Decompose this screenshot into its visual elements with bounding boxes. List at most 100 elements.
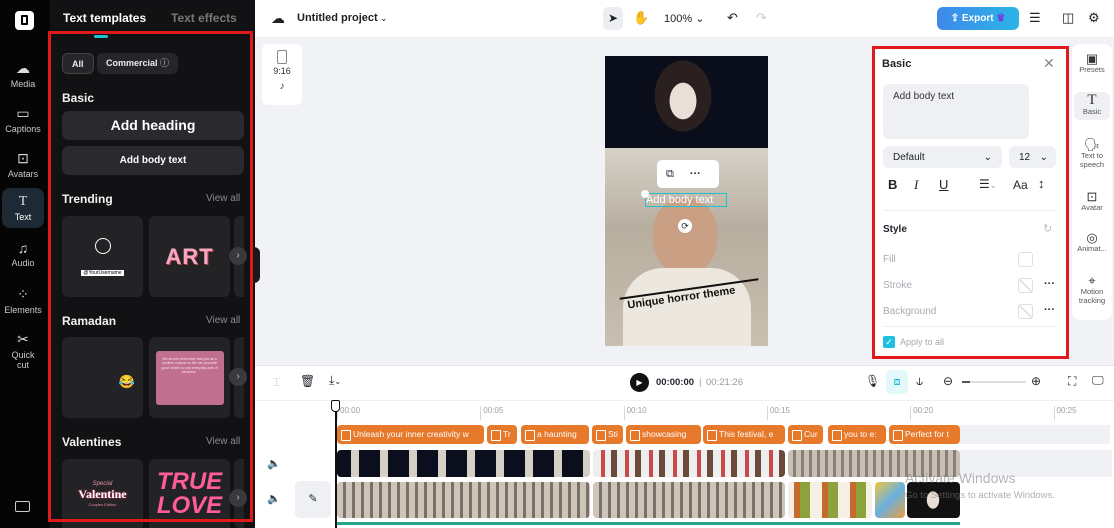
zoom-slider-fill (962, 381, 970, 383)
caption-clip[interactable]: This festival, e (703, 425, 785, 444)
export-button[interactable]: ⇪ Export ♛ (937, 7, 1019, 30)
track-empty (960, 425, 1110, 444)
elements-icon: ⁘ (17, 286, 29, 302)
ruler-tick: 00:25 (1053, 406, 1077, 420)
chevron-down-icon[interactable]: ⌄ (380, 13, 388, 24)
rail-item-avatars[interactable]: ⊡ Avatars (2, 150, 44, 179)
watermark-subtitle: Go to Settings to activate Windows. (905, 490, 1055, 501)
video-clip[interactable] (337, 450, 590, 477)
split-icon[interactable]: ⌶ (273, 375, 280, 390)
rail-item-media[interactable]: ☁ Media (2, 60, 44, 89)
rrail-label: Presets (1079, 65, 1105, 74)
hand-tool-icon[interactable]: ✋ (633, 10, 649, 26)
layout-icon[interactable]: ◫ (1062, 10, 1074, 26)
rail-label: cut (16, 360, 29, 370)
rail-label: Captions (5, 124, 41, 134)
caption-clip[interactable]: Sti (592, 425, 623, 444)
ruler-tick: 00:15 (766, 406, 790, 420)
divider (255, 400, 1114, 401)
watermark-title: Activate Windows (905, 470, 1016, 486)
rail-item-text[interactable]: T Text (2, 188, 44, 228)
resize-handle[interactable] (641, 190, 649, 198)
caption-clip[interactable]: Unleash your inner creativity w (337, 425, 484, 444)
caption-clip[interactable]: a haunting (521, 425, 589, 444)
rrail-motion-tracking[interactable]: ⌖ Motion tracking (1074, 274, 1110, 305)
caption-clip[interactable]: Perfect for t (889, 425, 960, 444)
video-clip[interactable] (788, 482, 872, 518)
left-rail: ☁ Media ▭ Captions ⊡ Avatars T Text ♫ Audio ⁘… (0, 0, 50, 528)
video-clip[interactable] (875, 482, 905, 518)
auto-snap-icon[interactable]: ⧈ (886, 370, 908, 394)
playhead-handle[interactable] (331, 400, 340, 412)
volume-icon[interactable]: 🔈 (267, 457, 281, 470)
keyboard-icon[interactable] (15, 501, 30, 512)
edit-cover-icon[interactable]: ✎ (295, 481, 331, 518)
rail-item-elements[interactable]: ⁘ Elements (2, 286, 44, 315)
zoom-out-icon[interactable]: ⊖ (943, 374, 953, 388)
undo-icon[interactable]: ↶ (727, 10, 738, 26)
caption-clip[interactable]: you to e: (828, 425, 886, 444)
layers-icon[interactable]: ☰ (1029, 10, 1041, 26)
rail-item-audio[interactable]: ♫ Audio (2, 240, 44, 268)
upload-icon: ⇪ (950, 13, 960, 24)
export-label: Export (961, 13, 994, 24)
collapse-panel-handle[interactable] (253, 247, 260, 283)
rrail-label: Avatar (1081, 203, 1103, 212)
delete-icon[interactable]: 🗑 (300, 374, 315, 388)
rail-item-quick-cut[interactable]: ✂ Quick cut (2, 331, 44, 370)
microphone-icon[interactable]: 🎙 (865, 374, 880, 388)
audio-track[interactable] (337, 522, 960, 525)
text-toolbar: ⧉ ··· (657, 160, 719, 188)
video-clip[interactable] (593, 482, 785, 518)
rrail-animation[interactable]: ◎ Animat... (1074, 231, 1110, 253)
tab-text-templates[interactable]: Text templates (63, 11, 146, 25)
speech-icon: 🗣 (1083, 137, 1101, 152)
presets-icon: ▣ (1085, 51, 1099, 66)
caption-clip[interactable]: Cur (788, 425, 823, 444)
ruler-tick: 00:00 (337, 406, 360, 420)
playhead[interactable] (335, 400, 337, 528)
avatar-icon: ⊡ (1086, 189, 1098, 204)
tiktok-icon: ♪ (279, 81, 285, 92)
video-preview[interactable]: ⧉ ··· Add body text ⟳ Unique horror theme (605, 56, 768, 346)
face (653, 198, 717, 274)
settings-icon[interactable]: ⚙ (1088, 10, 1100, 26)
select-tool-icon[interactable]: ➤ (603, 7, 623, 30)
avatar-icon: ⊡ (17, 150, 29, 166)
duplicate-icon[interactable]: ⧉ (666, 168, 674, 180)
tab-text-effects[interactable]: Text effects (171, 11, 237, 25)
cloud-save-icon[interactable]: ☁ (271, 10, 285, 27)
zoom-in-icon[interactable]: ⊕ (1031, 374, 1041, 388)
volume-icon[interactable]: 🔈 (267, 492, 281, 505)
rail-label: Text (14, 212, 32, 222)
aspect-ratio-selector[interactable]: 9:16 ♪ (262, 44, 302, 105)
zoom-slider[interactable] (962, 381, 1026, 383)
play-button[interactable]: ▶ (630, 373, 649, 392)
text-overlay[interactable]: Add body text (645, 193, 727, 207)
rrail-presets[interactable]: ▣ Presets (1074, 51, 1110, 74)
video-clip[interactable] (593, 450, 785, 477)
rail-item-captions[interactable]: ▭ Captions (2, 105, 44, 134)
ruler-tick: 00:10 (623, 406, 647, 420)
redo-icon[interactable]: ↷ (756, 10, 767, 26)
project-title[interactable]: Untitled project (297, 12, 378, 24)
ruler-tick: 00:05 (480, 406, 503, 420)
zoom-level[interactable]: 100% ⌄ (664, 12, 704, 25)
rail-label: Elements (4, 305, 42, 315)
caption-clip[interactable]: Tr (487, 425, 517, 444)
rrail-avatar[interactable]: ⊡ Avatar (1074, 189, 1110, 212)
caption-clip[interactable]: showcasing (626, 425, 701, 444)
rotate-icon[interactable]: ⟳ (678, 219, 692, 233)
rrail-basic[interactable]: T Basic (1074, 92, 1110, 120)
rrail-text-to-speech[interactable]: 🗣 Text to speech (1074, 137, 1110, 169)
preview-icon[interactable]: 🖵 (1092, 373, 1104, 388)
fullscreen-icon[interactable]: ⛶ (1068, 374, 1076, 389)
app-logo[interactable] (15, 11, 34, 30)
split-clip-icon[interactable]: ⫝ (916, 374, 923, 389)
rail-label: Avatars (7, 169, 39, 179)
download-icon[interactable]: ⤓⌄ (329, 373, 341, 388)
crown-icon: ♛ (996, 13, 1006, 24)
rail-label: Quick (11, 350, 35, 360)
more-icon[interactable]: ··· (690, 168, 701, 180)
video-clip[interactable] (337, 482, 590, 518)
